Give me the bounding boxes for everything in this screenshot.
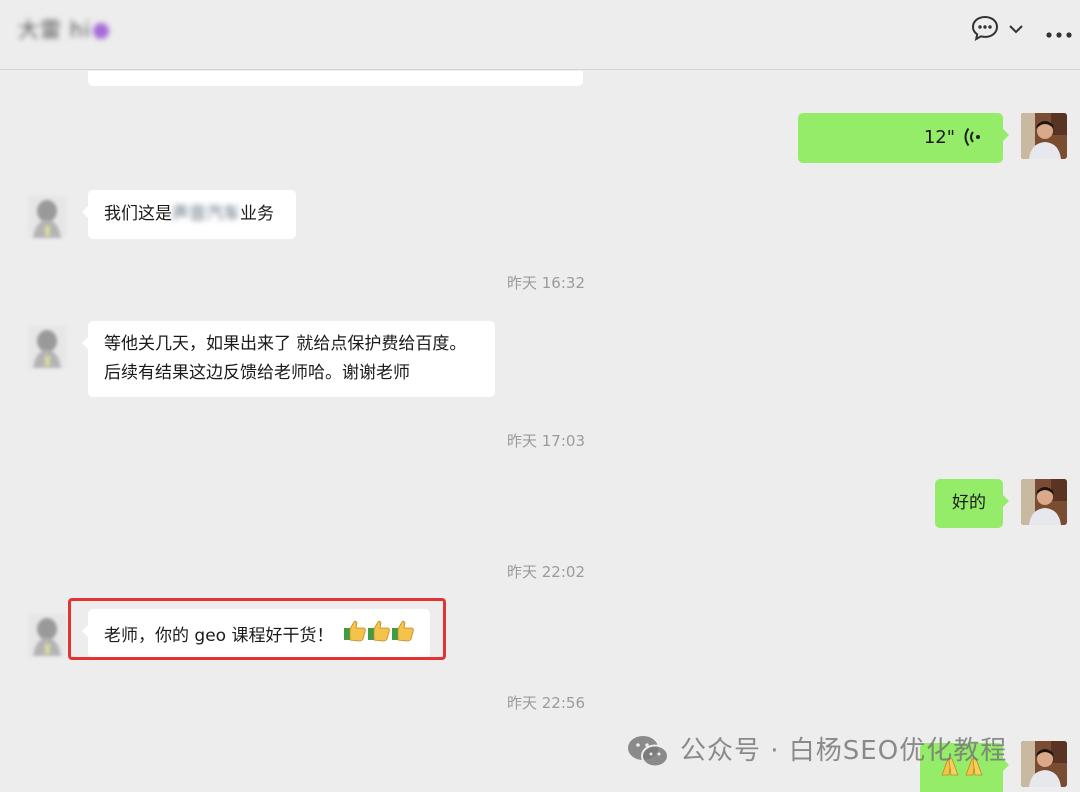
- my-avatar[interactable]: [1021, 479, 1067, 525]
- contact-avatar[interactable]: [28, 614, 66, 656]
- timestamp: 昨天 22:56: [507, 694, 585, 712]
- contact-badge-icon: [92, 23, 109, 39]
- highlight-box: [68, 598, 446, 660]
- voice-message-bubble[interactable]: 12": [798, 113, 1009, 163]
- contact-name[interactable]: 大雷 hi: [18, 14, 109, 44]
- chat-bubble-icon[interactable]: [970, 14, 1000, 46]
- my-avatar[interactable]: [1021, 113, 1067, 159]
- message-text: 好的: [952, 493, 986, 513]
- message-list[interactable]: 12" 我们这是声音汽车业务 昨天 16:32 等他关几天，如果出来了 就给点保…: [0, 71, 1080, 792]
- message-text-suffix: 业务: [240, 204, 274, 224]
- timestamp: 昨天 22:02: [507, 563, 585, 581]
- chat-header: 大雷 hi: [0, 0, 1080, 70]
- message-line-2: 后续有结果这边反馈给老师哈。谢谢老师: [104, 363, 410, 383]
- my-avatar[interactable]: [1021, 741, 1067, 787]
- more-options-icon[interactable]: [1046, 24, 1072, 43]
- message-line-1: 等他关几天，如果出来了 就给点保护费给百度。: [104, 334, 467, 354]
- timestamp: 昨天 16:32: [507, 274, 585, 292]
- message-bubble[interactable]: 等他关几天，如果出来了 就给点保护费给百度。 后续有结果这边反馈给老师哈。谢谢老…: [82, 321, 495, 397]
- contact-avatar[interactable]: [28, 196, 66, 238]
- message-bubble-out[interactable]: 好的: [935, 479, 1009, 528]
- contact-name-text: 大雷 hi: [18, 18, 91, 42]
- message-text-obscured: 声音汽车: [172, 204, 240, 224]
- chevron-down-icon[interactable]: [1008, 20, 1024, 39]
- watermark-text: 公众号 · 白杨SEO优化教程: [680, 736, 1008, 766]
- message-bubble-partial[interactable]: [88, 71, 583, 86]
- message-bubble[interactable]: 我们这是声音汽车业务: [82, 190, 296, 239]
- message-text-prefix: 我们这是: [104, 204, 172, 224]
- voice-duration: 12": [923, 127, 955, 148]
- contact-avatar[interactable]: [28, 326, 66, 368]
- voice-wave-icon: [963, 126, 983, 158]
- timestamp: 昨天 17:03: [507, 432, 585, 450]
- wechat-logo-icon: [626, 734, 670, 777]
